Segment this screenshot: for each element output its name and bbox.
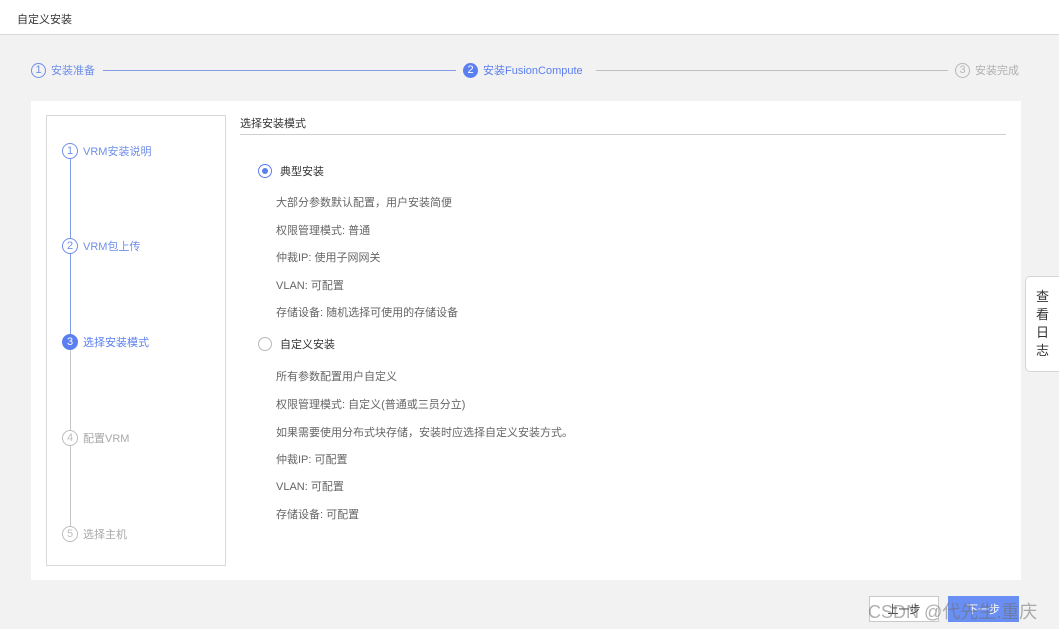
substep-label: 选择安装模式 — [83, 337, 149, 349]
previous-button[interactable]: 上一步 — [869, 596, 939, 622]
view-log-char: 志 — [1035, 343, 1049, 358]
option-detail: VLAN: 可配置 — [276, 280, 344, 292]
substep-number: 3 — [62, 334, 78, 350]
main-panel: 1 VRM安装说明 2 VRM包上传 3 选择安装模式 4 配置VRM 5 选择… — [31, 101, 1021, 580]
option-detail: VLAN: 可配置 — [276, 481, 344, 493]
substep-install-mode[interactable]: 3 选择安装模式 — [62, 333, 149, 351]
view-log-char: 查 — [1035, 289, 1049, 304]
stepper-connector-1 — [103, 70, 456, 71]
substep-number: 4 — [62, 430, 78, 446]
substep-number: 2 — [62, 238, 78, 254]
stepper-step-prepare: 1 安装准备 — [31, 60, 95, 80]
substep-label: 配置VRM — [83, 433, 130, 445]
next-button[interactable]: 下一步 — [948, 596, 1019, 622]
substep-vrm-upload[interactable]: 2 VRM包上传 — [62, 237, 140, 255]
option-label[interactable]: 典型安装 — [280, 163, 324, 179]
step-label: 安装FusionCompute — [483, 65, 583, 77]
stepper-connector-2 — [596, 70, 948, 71]
typical-install-radio[interactable] — [258, 164, 272, 178]
option-detail: 仲裁IP: 可配置 — [276, 454, 348, 466]
substep-select-host: 5 选择主机 — [62, 525, 127, 543]
step-number: 2 — [463, 62, 478, 78]
substep-configure-vrm: 4 配置VRM — [62, 429, 129, 447]
option-detail: 权限管理模式: 自定义(普通或三员分立) — [276, 399, 466, 411]
option-detail: 仲裁IP: 使用子网网关 — [276, 252, 381, 264]
step-number: 3 — [955, 62, 970, 78]
stepper-step-install: 2 安装FusionCompute — [463, 60, 583, 80]
view-log-char: 日 — [1035, 325, 1049, 340]
substep-nav: 1 VRM安装说明 2 VRM包上传 3 选择安装模式 4 配置VRM 5 选择… — [46, 115, 226, 566]
option-detail: 所有参数配置用户自定义 — [276, 371, 397, 383]
substep-vrm-instructions[interactable]: 1 VRM安装说明 — [62, 142, 151, 160]
substep-label: VRM包上传 — [83, 241, 141, 253]
step-number: 1 — [31, 62, 46, 78]
option-detail: 权限管理模式: 普通 — [276, 225, 371, 237]
substep-number: 1 — [62, 143, 78, 159]
install-progress-stepper: 1 安装准备 2 安装FusionCompute 3 安装完成 — [0, 58, 1059, 82]
title-bar: 自定义安装 — [0, 0, 1059, 35]
custom-install-radio[interactable] — [258, 337, 272, 351]
option-typical-install[interactable]: 典型安装 — [258, 163, 324, 179]
option-detail: 如果需要使用分布式块存储，安装时应选择自定义安装方式。 — [276, 427, 573, 439]
option-detail: 存储设备: 随机选择可使用的存储设备 — [276, 307, 459, 319]
step-label: 安装完成 — [975, 65, 1019, 77]
substep-number: 5 — [62, 526, 78, 542]
stepper-step-complete: 3 安装完成 — [955, 60, 1019, 80]
install-mode-content: 选择安装模式 典型安装 大部分参数默认配置，用户安装简便 权限管理模式: 普通 … — [240, 115, 1006, 521]
view-log-char: 看 — [1035, 307, 1049, 322]
option-detail: 大部分参数默认配置，用户安装简便 — [276, 197, 452, 209]
section-title: 选择安装模式 — [240, 115, 1006, 135]
step-label: 安装准备 — [51, 65, 95, 77]
option-detail: 存储设备: 可配置 — [276, 509, 360, 521]
substep-label: 选择主机 — [83, 529, 127, 541]
substep-label: VRM安装说明 — [83, 146, 152, 158]
view-log-tab[interactable]: 查 看 日 志 — [1025, 276, 1059, 372]
window-title: 自定义安装 — [17, 14, 72, 26]
option-label[interactable]: 自定义安装 — [280, 336, 335, 352]
option-custom-install[interactable]: 自定义安装 — [258, 336, 335, 352]
